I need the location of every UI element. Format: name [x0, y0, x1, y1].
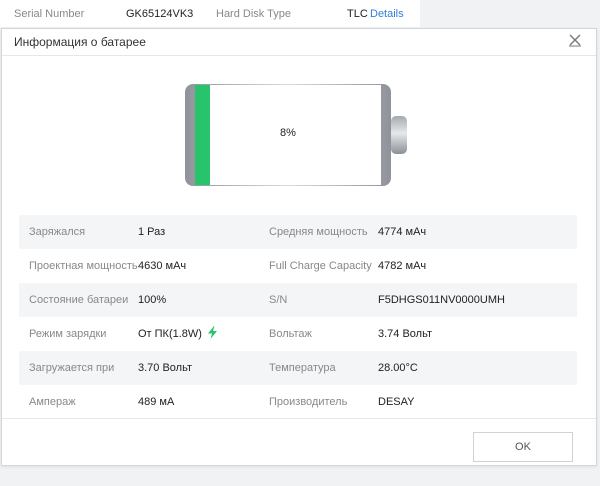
dialog-header: Информация о батарее	[2, 29, 596, 56]
dialog-footer: OK	[2, 418, 596, 465]
row-value: 3.74 Вольт	[378, 328, 433, 340]
row-value: 1 Раз	[138, 226, 166, 238]
row-label: Заряжался	[29, 226, 86, 238]
row-label: Вольтаж	[269, 328, 312, 340]
hard-disk-type-label: Hard Disk Type	[216, 8, 291, 20]
lightning-bolt-icon	[207, 319, 217, 353]
hard-disk-type-value: TLC	[347, 8, 368, 20]
row-label: Температура	[269, 362, 336, 374]
battery-percent: 8%	[280, 127, 296, 139]
table-row: Загружается при 3.70 Вольт Температура 2…	[19, 351, 577, 385]
battery-graphic: 8%	[185, 84, 409, 186]
row-value: 100%	[138, 294, 167, 306]
row-label: Состояние батареи	[29, 294, 129, 306]
row-label: Проектная мощность	[29, 260, 138, 272]
background-device-info-strip: Serial Number GK65124VK3 Hard Disk Type …	[0, 0, 420, 27]
dialog-title: Информация о батарее	[14, 35, 146, 49]
table-row: Заряжался 1 Раз Средняя мощность 4774 мА…	[19, 215, 577, 249]
battery-info-table: Заряжался 1 Раз Средняя мощность 4774 мА…	[19, 215, 577, 419]
close-icon[interactable]	[568, 33, 582, 47]
row-value: 3.70 Вольт	[138, 362, 193, 374]
charging-mode-cell: От ПК(1.8W)	[138, 317, 217, 353]
row-label: Full Charge Capacity	[269, 260, 372, 272]
row-label: Ампераж	[29, 396, 76, 408]
row-label: Производитель	[269, 396, 348, 408]
table-row: Состояние батареи 100% S/N F5DHGS011NV00…	[19, 283, 577, 317]
row-value: 489 мА	[138, 396, 175, 408]
row-value: DESAY	[378, 396, 415, 408]
ok-button[interactable]: OK	[473, 432, 573, 462]
row-label: Режим зарядки	[29, 328, 107, 340]
row-value: От ПК(1.8W)	[138, 328, 202, 340]
row-value: 4782 мАч	[378, 260, 427, 272]
row-label: S/N	[269, 294, 288, 306]
serial-number-label: Serial Number	[14, 8, 85, 20]
row-label: Загружается при	[29, 362, 115, 374]
table-row: Ампераж 489 мА Производитель DESAY	[19, 385, 577, 419]
row-value: F5DHGS011NV0000UMH	[378, 294, 505, 306]
serial-number-value: GK65124VK3	[126, 8, 194, 20]
row-label: Средняя мощность	[269, 226, 368, 238]
table-row: Проектная мощность 4630 мАч Full Charge …	[19, 249, 577, 283]
battery-info-dialog: Информация о батарее 8% Заряжался 1 Раз …	[1, 28, 597, 466]
row-value: 28.00°C	[378, 362, 418, 374]
details-link[interactable]: Details	[370, 8, 404, 20]
row-value: 4774 мАч	[378, 226, 427, 238]
row-value: 4630 мАч	[138, 260, 187, 272]
table-row: Режим зарядки От ПК(1.8W) Вольтаж 3.74 В…	[19, 317, 577, 351]
